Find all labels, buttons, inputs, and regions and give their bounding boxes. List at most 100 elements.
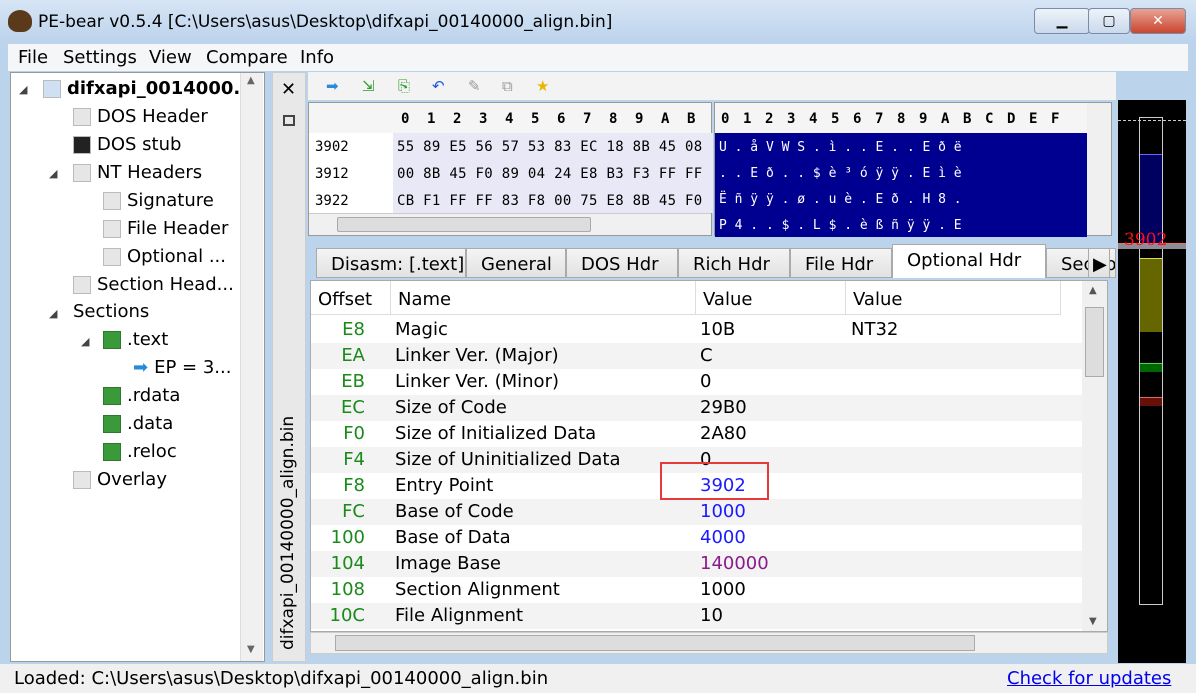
tab-file-hdr[interactable]: File Hdr	[790, 248, 892, 278]
tree-item-file-header[interactable]: File Header	[103, 218, 228, 239]
menu-compare[interactable]: Compare	[206, 47, 288, 68]
table-row[interactable]: E8 Magic 10B NT32	[311, 317, 1083, 343]
expand-icon[interactable]: ◢	[49, 307, 57, 320]
optional-header-table[interactable]: Offset Name Value Value E8 Magic 10B NT32 EA…	[310, 280, 1108, 632]
check-updates-link[interactable]: Check for updates	[1007, 668, 1171, 689]
expand-icon[interactable]: ◢	[19, 83, 27, 96]
tab-dos-hdr[interactable]: DOS Hdr	[566, 248, 678, 278]
ascii-view[interactable]: 0123456789ABCDEF U . å V W S . ì . . E .…	[714, 102, 1112, 237]
close-dock-icon[interactable]: ✕	[281, 79, 296, 100]
puzzle-icon	[103, 442, 121, 461]
maximize-button[interactable]: ▢	[1088, 8, 1130, 34]
hex-column-header: 4	[505, 111, 514, 127]
row-value[interactable]: 1000	[700, 579, 746, 600]
tree-item-nt-headers[interactable]: NT Headers	[73, 162, 202, 183]
col-name[interactable]: Name	[391, 281, 696, 315]
row-value[interactable]: 10B	[700, 319, 735, 340]
page-icon	[103, 191, 121, 210]
ascii-column-header: 8	[897, 111, 906, 127]
file-tree[interactable]: ◢ difxapi_0014000... DOS Header DOS stub…	[10, 72, 265, 662]
tree-item-signature[interactable]: Signature	[103, 190, 214, 211]
tree-root-label: difxapi_0014000...	[67, 78, 254, 99]
menu-info[interactable]: Info	[300, 47, 334, 68]
hex-bytes[interactable]: 55 89 E5 56 57 53 83 EC 18 8B 45 08	[397, 139, 703, 155]
row-value[interactable]: 10	[700, 605, 723, 626]
table-row[interactable]: 104 Image Base 140000	[311, 551, 1083, 577]
menu-settings[interactable]: Settings	[63, 47, 137, 68]
minimize-button[interactable]: ▁	[1034, 8, 1090, 34]
row-value[interactable]: 1000	[700, 501, 746, 522]
table-row[interactable]: FC Base of Code 1000	[311, 499, 1083, 525]
row-value[interactable]: 2A80	[700, 423, 747, 444]
hex-view[interactable]: 0 1 2 3 4 5 6 7 8 9 A B 3902 55 89 E5 56 57 53 83 E…	[308, 102, 713, 236]
tree-item-section-headers[interactable]: Section Head...	[73, 274, 234, 295]
table-vscrollbar[interactable]: ▲ ▼	[1082, 281, 1107, 631]
ascii-column-header: 3	[787, 111, 796, 127]
tree-item-overlay[interactable]: Overlay	[73, 469, 167, 490]
page-icon	[103, 247, 121, 266]
table-row[interactable]: EB Linker Ver. (Minor) 0	[311, 369, 1083, 395]
expand-icon[interactable]: ◢	[81, 335, 89, 348]
tab-disasm-text-[interactable]: Disasm: [.text]	[316, 248, 466, 278]
table-row[interactable]: EA Linker Ver. (Major) C	[311, 343, 1083, 369]
tree-item-optional-header[interactable]: Optional ...	[103, 246, 226, 267]
ascii-vscrollbar[interactable]	[1087, 103, 1111, 235]
star-icon[interactable]: ★	[536, 77, 549, 95]
tree-item-rdata[interactable]: .rdata	[103, 385, 180, 406]
file-map-strip[interactable]: 3902	[1118, 100, 1186, 663]
tree-root[interactable]: difxapi_0014000...	[43, 78, 254, 99]
ascii-column-header: F	[1051, 111, 1060, 127]
hex-hscrollbar[interactable]	[309, 213, 711, 235]
pin-icon[interactable]: ✎	[468, 77, 481, 95]
row-value[interactable]: 0	[700, 371, 711, 392]
label: EP = 3...	[154, 357, 232, 378]
tab-rich-hdr[interactable]: Rich Hdr	[678, 248, 790, 278]
row-value[interactable]: 4000	[700, 527, 746, 548]
ascii-column-header: 5	[831, 111, 840, 127]
row-value[interactable]: 29B0	[700, 397, 747, 418]
tree-item-entry-point[interactable]: ➡ EP = 3...	[133, 357, 231, 378]
table-row[interactable]: 108 Section Alignment 1000	[311, 577, 1083, 603]
close-window-button[interactable]: ✕	[1130, 8, 1186, 34]
tree-item-reloc[interactable]: .reloc	[103, 441, 177, 462]
goto-arrow-icon[interactable]: ➡	[326, 77, 339, 95]
col-value2[interactable]: Value	[846, 281, 1061, 315]
tab-general[interactable]: General	[466, 248, 566, 278]
tab-scroll-right-icon[interactable]: ▶	[1088, 248, 1110, 278]
row-name: Size of Code	[395, 397, 507, 418]
import-icon[interactable]: ⇲	[362, 77, 375, 95]
page-icon	[73, 163, 91, 182]
tree-item-data[interactable]: .data	[103, 413, 173, 434]
expand-icon[interactable]: ◢	[49, 167, 57, 180]
hex-bytes[interactable]: 00 8B 45 F0 89 04 24 E8 B3 F3 FF FF	[397, 166, 703, 182]
menu-view[interactable]: View	[149, 47, 192, 68]
label: DOS Header	[97, 106, 208, 127]
col-value[interactable]: Value	[696, 281, 846, 315]
tree-scrollbar[interactable]: ▲ ▼	[240, 73, 263, 661]
table-row[interactable]: 100 Base of Data 4000	[311, 525, 1083, 551]
col-offset[interactable]: Offset	[311, 281, 391, 315]
float-dock-icon[interactable]	[283, 115, 295, 126]
hex-bytes[interactable]: CB F1 FF FF 83 F8 00 75 E8 8B 45 F0	[397, 193, 703, 209]
row-value[interactable]: 140000	[700, 553, 769, 574]
row-offset: 10C	[329, 605, 365, 626]
table-row[interactable]: EC Size of Code 29B0	[311, 395, 1083, 421]
tree-item-sections[interactable]: Sections	[73, 301, 149, 322]
table-row[interactable]: F0 Size of Initialized Data 2A80	[311, 421, 1083, 447]
tab-optional-hdr[interactable]: Optional Hdr	[892, 244, 1046, 278]
ascii-column-header: 1	[743, 111, 752, 127]
table-row[interactable]: 10C File Alignment 10	[311, 603, 1083, 629]
row-name: Image Base	[395, 553, 501, 574]
compare-icon[interactable]: ⧉	[502, 77, 513, 95]
label: Section Head...	[97, 274, 234, 295]
menu-file[interactable]: File	[18, 47, 48, 68]
console-icon	[73, 135, 91, 154]
undo-icon[interactable]: ↶	[432, 77, 445, 95]
table-hscrollbar[interactable]	[310, 632, 1108, 654]
tree-item-dos-header[interactable]: DOS Header	[73, 106, 208, 127]
tree-item-text[interactable]: .text	[103, 329, 168, 350]
ascii-column-header: B	[963, 111, 972, 127]
row-value[interactable]: C	[700, 345, 713, 366]
tree-item-dos-stub[interactable]: DOS stub	[73, 134, 181, 155]
export-icon[interactable]: ⎘	[398, 77, 410, 95]
